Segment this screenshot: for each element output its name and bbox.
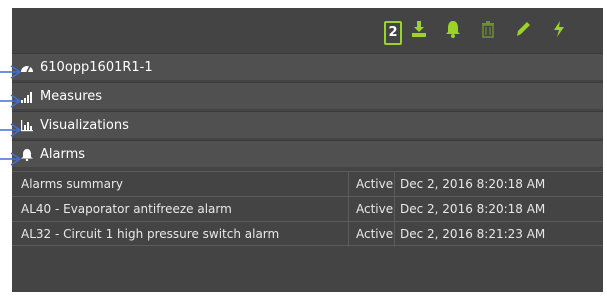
table-row[interactable]: AL32 - Circuit 1 high pressure switch al… <box>12 221 603 247</box>
alarm-name: AL40 - Evaporator antifreeze alarm <box>21 202 232 216</box>
column-divider <box>348 222 349 247</box>
dashboard-icon <box>21 65 33 73</box>
bar-chart-icon <box>21 120 33 132</box>
signal-bars-icon <box>21 92 32 103</box>
device-label: 610opp1601R1-1 <box>40 60 153 75</box>
alarms-label: Alarms <box>40 147 86 162</box>
alarm-status: Active <box>356 202 394 216</box>
pencil-icon[interactable] <box>515 20 531 38</box>
download-icon[interactable] <box>411 20 427 38</box>
toolbar: 2 <box>12 8 603 48</box>
column-divider <box>348 172 349 197</box>
bell-icon <box>21 149 33 161</box>
annotation-arrow <box>0 94 22 108</box>
column-divider <box>394 197 395 222</box>
column-divider <box>394 222 395 247</box>
tree-item-alarms[interactable]: Alarms <box>12 140 603 167</box>
table-row[interactable]: AL40 - Evaporator antifreeze alarm Activ… <box>12 196 603 222</box>
alarm-time: Dec 2, 2016 8:20:18 AM <box>400 177 546 191</box>
visualizations-label: Visualizations <box>40 118 129 133</box>
measures-label: Measures <box>40 89 103 104</box>
table-row[interactable]: Alarms summary Active Dec 2, 2016 8:20:1… <box>12 171 603 197</box>
alarm-time: Dec 2, 2016 8:21:23 AM <box>400 227 546 241</box>
alarm-name: Alarms summary <box>21 177 123 191</box>
bell-icon[interactable] <box>445 20 461 38</box>
annotation-arrow <box>0 65 22 79</box>
tree-item-device[interactable]: 610opp1601R1-1 <box>12 53 603 80</box>
annotation-arrow <box>0 152 22 166</box>
bolt-icon[interactable] <box>551 20 567 38</box>
alarm-status: Active <box>356 227 394 241</box>
column-divider <box>394 172 395 197</box>
tree-item-measures[interactable]: Measures <box>12 82 603 109</box>
alarm-panel: 2 610opp1601R1-1 Measures Visualizations… <box>12 8 603 292</box>
alarm-status: Active <box>356 177 394 191</box>
tree-item-visualizations[interactable]: Visualizations <box>12 111 603 138</box>
column-divider <box>348 197 349 222</box>
annotation-arrow <box>0 123 22 137</box>
alarm-count-badge[interactable]: 2 <box>384 21 402 45</box>
trash-icon[interactable] <box>480 20 496 38</box>
alarm-time: Dec 2, 2016 8:20:18 AM <box>400 202 546 216</box>
alarm-name: AL32 - Circuit 1 high pressure switch al… <box>21 227 280 241</box>
